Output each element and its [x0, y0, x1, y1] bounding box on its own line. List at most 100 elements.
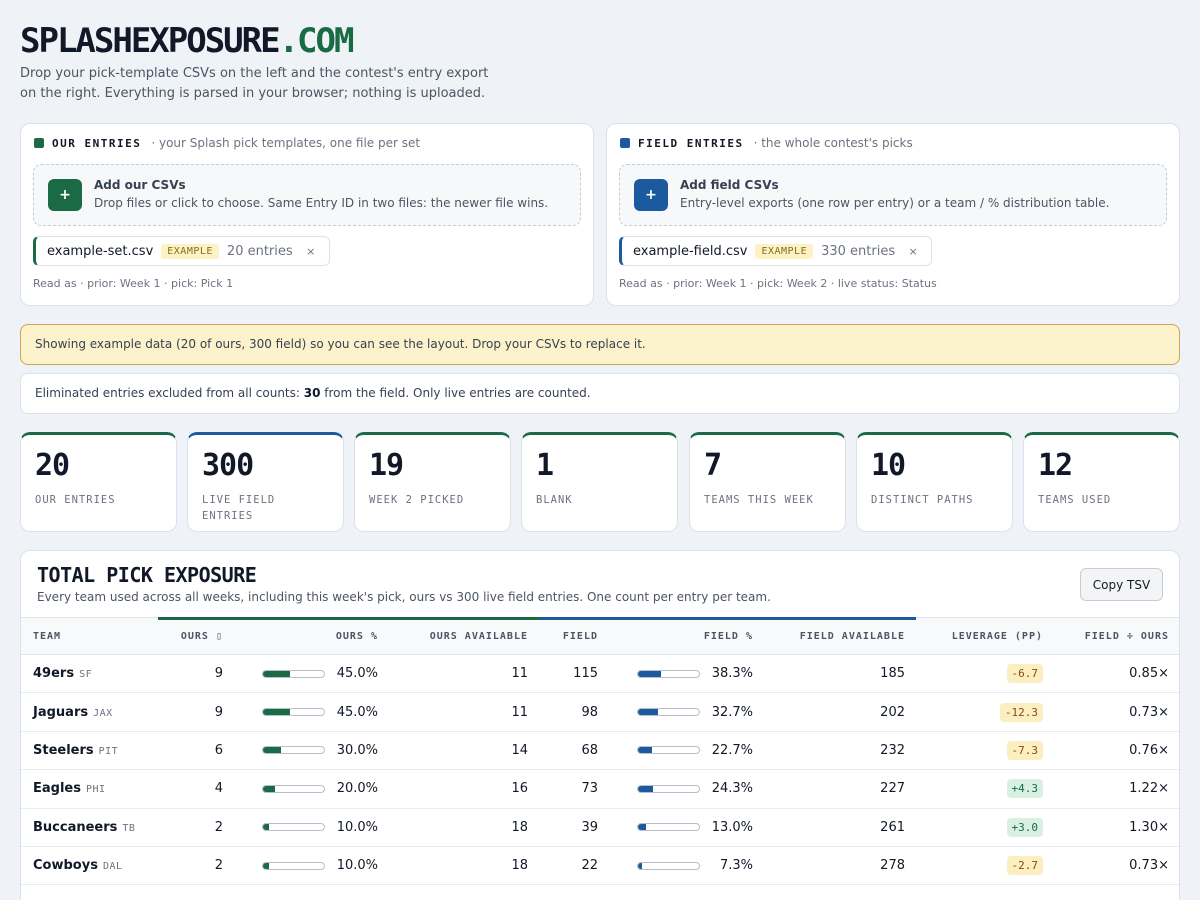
dropzone-subtitle: Drop files or click to choose. Same Entr… — [94, 196, 549, 210]
col-field-available[interactable]: FIELD AVAILABLE — [765, 617, 917, 655]
ours-pct: 45.0% — [336, 666, 378, 682]
leverage-cell: -6.7 — [917, 655, 1055, 693]
example-badge: EXAMPLE — [755, 243, 814, 259]
brand-logo: SPLASHEXPOSURE.COM — [20, 20, 620, 62]
copy-tsv-button[interactable]: Copy TSV — [1080, 568, 1163, 601]
example-badge: EXAMPLE — [161, 243, 219, 259]
ours-count: 4 — [214, 781, 223, 797]
field-ours-ratio: 0.73× — [1129, 858, 1169, 874]
plus-icon: + — [634, 179, 668, 211]
field-pct-cell: 22.7% — [610, 731, 765, 769]
stat-value: 10 — [871, 448, 906, 483]
ours-columns-accent — [158, 617, 540, 620]
field-entries-dropzone[interactable]: + Add field CSVs Entry-level exports (on… — [619, 164, 1167, 226]
ours-pct-bar-fill — [263, 824, 270, 831]
stat-blank: 1 BLANK — [521, 432, 678, 532]
col-ours-pct[interactable]: OURS % — [235, 617, 390, 655]
field-pct-bar — [637, 861, 700, 870]
field-pct-bar-fill — [638, 709, 658, 716]
stat-live-field-entries: 300 LIVE FIELD ENTRIES — [187, 432, 344, 532]
col-field[interactable]: FIELD — [540, 617, 610, 655]
col-team[interactable]: TEAM — [21, 617, 158, 655]
field-count: 68 — [581, 742, 598, 758]
stat-value: 300 — [202, 448, 254, 483]
field-pct-cell: 24.3% — [610, 770, 765, 808]
field-pct-bar — [637, 746, 700, 755]
ours-pct-bar — [262, 708, 325, 717]
eliminated-notice: Eliminated entries excluded from all cou… — [20, 373, 1180, 414]
our-entries-dropzone[interactable]: + Add our CSVs Drop files or click to ch… — [33, 164, 581, 226]
col-ours-available[interactable]: OURS AVAILABLE — [390, 617, 540, 655]
remove-file-icon[interactable]: × — [905, 243, 921, 259]
field-count: 73 — [581, 781, 598, 797]
field-count: 98 — [581, 704, 598, 720]
field-available: 227 — [880, 781, 905, 797]
field-pct-bar — [637, 823, 700, 832]
col-field-pct[interactable]: FIELD % — [610, 617, 765, 655]
field-pct: 38.3% — [711, 666, 753, 682]
field-entries-panel: FIELD ENTRIES · the whole contest's pick… — [606, 123, 1180, 306]
ours-pct-cell: 30.0% — [235, 731, 390, 769]
exposure-subtitle: Every team used across all weeks, includ… — [37, 590, 771, 604]
team-name: Buccaneers — [33, 819, 118, 835]
stat-value: 20 — [35, 448, 70, 483]
remove-file-icon[interactable]: × — [303, 243, 319, 259]
field-entries-subtitle: · the whole contest's picks — [753, 136, 913, 150]
stat-value: 7 — [704, 448, 722, 483]
field-ours-ratio: 0.85× — [1129, 666, 1169, 682]
exposure-table-body: 49ers SF 9 45.0% 11 115 38.3% 185 -6.7 0.85× Jagua… — [21, 655, 1179, 885]
field-pct: 32.7% — [711, 704, 753, 720]
brand-tld: .COM — [278, 21, 355, 61]
leverage-badge: -2.7 — [1006, 856, 1043, 876]
leverage-badge: -12.3 — [999, 702, 1043, 722]
team-name: Steelers — [33, 742, 94, 758]
ours-pct: 45.0% — [336, 704, 378, 720]
field-columns-accent — [540, 617, 916, 620]
ours-pct-bar-fill — [263, 670, 291, 677]
field-ours-ratio: 1.30× — [1129, 819, 1169, 835]
our-entries-subtitle: · your Splash pick templates, one file p… — [151, 136, 421, 150]
notice-prefix: Eliminated entries excluded from all cou… — [35, 386, 304, 400]
table-row: Buccaneers TB 2 10.0% 18 39 13.0% 261 +3.0 1.30× — [21, 808, 1179, 847]
ours-pct-cell: 45.0% — [235, 693, 390, 731]
team-name: Eagles — [33, 781, 81, 797]
file-name: example-field.csv — [633, 243, 748, 259]
file-entry-count: 20 entries — [226, 243, 293, 259]
eliminated-count: 30 — [303, 386, 321, 400]
our-entries-header: OUR ENTRIES · your Splash pick templates… — [34, 136, 420, 150]
file-name: example-set.csv — [47, 243, 154, 259]
leverage-badge: -6.7 — [1006, 664, 1043, 684]
our-read-as: Read as · prior: Week 1 · pick: Pick 1 — [33, 277, 234, 290]
col-ours[interactable]: OURS ▯ — [158, 617, 235, 655]
field-file-chip: example-field.csv EXAMPLE 330 entries × — [619, 236, 933, 266]
field-pct-cell: 32.7% — [610, 693, 765, 731]
stat-label: WEEK 2 PICKED — [369, 494, 465, 506]
our-entries-panel: OUR ENTRIES · your Splash pick templates… — [20, 123, 594, 306]
ours-available: 11 — [511, 666, 528, 682]
stat-value: 1 — [536, 448, 554, 483]
field-pct-cell: 13.0% — [610, 808, 765, 846]
field-available: 232 — [880, 742, 905, 758]
stat-label: TEAMS THIS WEEK — [704, 494, 814, 506]
col-ours-label: OURS — [180, 630, 209, 642]
col-leverage[interactable]: LEVERAGE (PP) — [917, 617, 1055, 655]
brand-name: SPLASHEXPOSURE — [20, 21, 281, 61]
team-abbr: TB — [122, 822, 136, 834]
field-pct: 13.0% — [711, 819, 753, 835]
exposure-title: TOTAL PICK EXPOSURE — [37, 563, 257, 587]
field-read-as: Read as · prior: Week 1 · pick: Week 2 ·… — [619, 277, 937, 290]
team-cell: Cowboys DAL — [21, 846, 158, 884]
ours-count: 9 — [214, 704, 223, 720]
dropzone-title: Add field CSVs — [680, 178, 779, 192]
stat-week-picked: 19 WEEK 2 PICKED — [354, 432, 511, 532]
ours-pct: 10.0% — [336, 819, 378, 835]
ours-pct-bar-fill — [263, 862, 270, 869]
leverage-cell: -2.7 — [917, 846, 1055, 884]
stat-teams-used: 12 TEAMS USED — [1023, 432, 1180, 532]
dropzone-title: Add our CSVs — [94, 178, 186, 192]
col-ratio[interactable]: FIELD ÷ OURS — [1055, 617, 1179, 655]
team-name: Jaguars — [33, 704, 89, 720]
stat-label: TEAMS USED — [1038, 494, 1112, 506]
team-cell: Eagles PHI — [21, 770, 158, 808]
table-row: Cowboys DAL 2 10.0% 18 22 7.3% 278 -2.7 0.73× — [21, 846, 1179, 885]
